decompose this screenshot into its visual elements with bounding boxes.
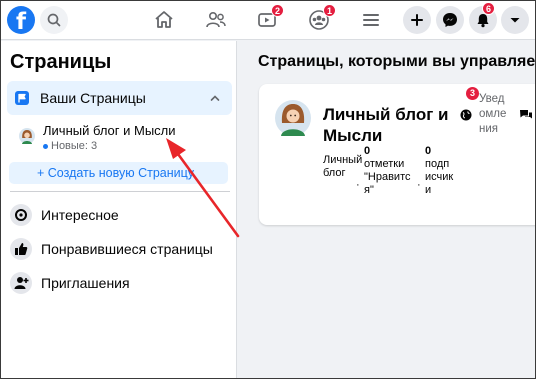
- annotation-arrow: [166, 138, 240, 238]
